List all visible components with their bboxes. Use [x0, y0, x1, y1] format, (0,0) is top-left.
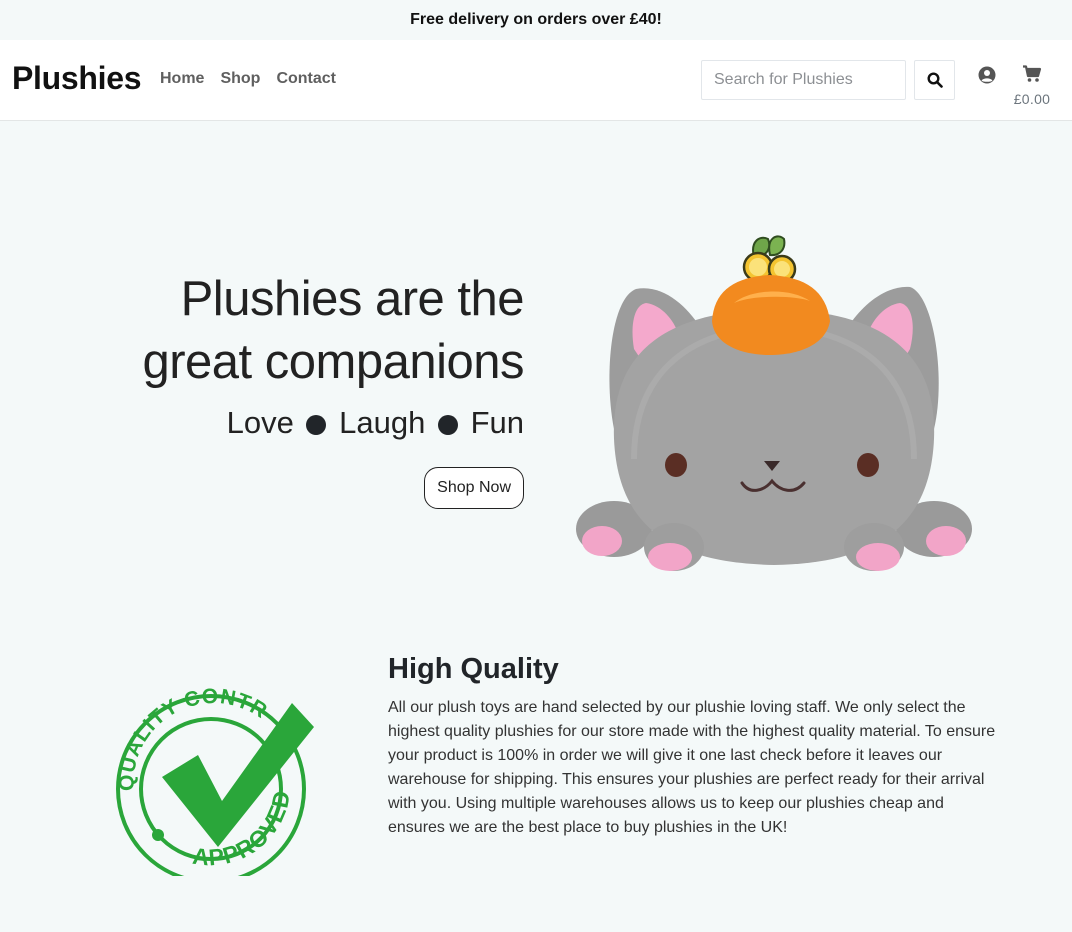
hero-title-line2: great companions [142, 335, 524, 389]
tagline-fun: Fun [470, 405, 524, 440]
quality-description: All our plush toys are hand selected by … [388, 699, 996, 836]
cart-link[interactable]: £0.00 [1006, 65, 1058, 107]
account-link[interactable] [978, 66, 996, 89]
nav-link-contact[interactable]: Contact [276, 70, 336, 88]
cart-total: £0.00 [1013, 91, 1051, 107]
promo-text: Free delivery on orders over £40! [410, 11, 662, 28]
search-button[interactable] [914, 60, 955, 100]
bullet-dot-icon [437, 415, 458, 435]
main-nav: Home Shop Contact [160, 70, 336, 88]
search-input[interactable] [701, 60, 906, 100]
hero-title: Plushies are the great companions [142, 268, 524, 394]
brand-logo[interactable]: Plushies [12, 60, 142, 97]
hero-title-line1: Plushies are the [180, 272, 525, 326]
bullet-dot-icon [306, 415, 327, 435]
quality-title: High Quality [388, 653, 559, 685]
hero-text: Plushies are the great companions Love L… [142, 268, 525, 509]
promo-bar: Free delivery on orders over £40! [0, 0, 1072, 40]
hero-tagline: Love Laugh Fun [142, 400, 524, 446]
nav-link-shop[interactable]: Shop [220, 70, 260, 88]
quality-section: QUALITY CONTROL APPROVED High Quality Al… [0, 621, 1072, 932]
quality-text: High Quality All our plush toys are hand… [388, 653, 998, 840]
navbar: Plushies Home Shop Contact £0.00 [0, 40, 1072, 121]
tagline-love: Love [226, 405, 294, 440]
user-circle-icon [978, 66, 996, 84]
tagline-laugh: Laugh [339, 405, 426, 440]
search-icon [926, 72, 943, 88]
nav-link-home[interactable]: Home [160, 70, 204, 88]
quality-approved-badge: QUALITY CONTROL APPROVED [114, 681, 314, 876]
shop-now-button[interactable]: Shop Now [424, 467, 524, 509]
cat-plush-image [576, 235, 972, 571]
shopping-cart-icon [1023, 65, 1042, 82]
hero-section: Plushies are the great companions Love L… [0, 121, 1072, 621]
